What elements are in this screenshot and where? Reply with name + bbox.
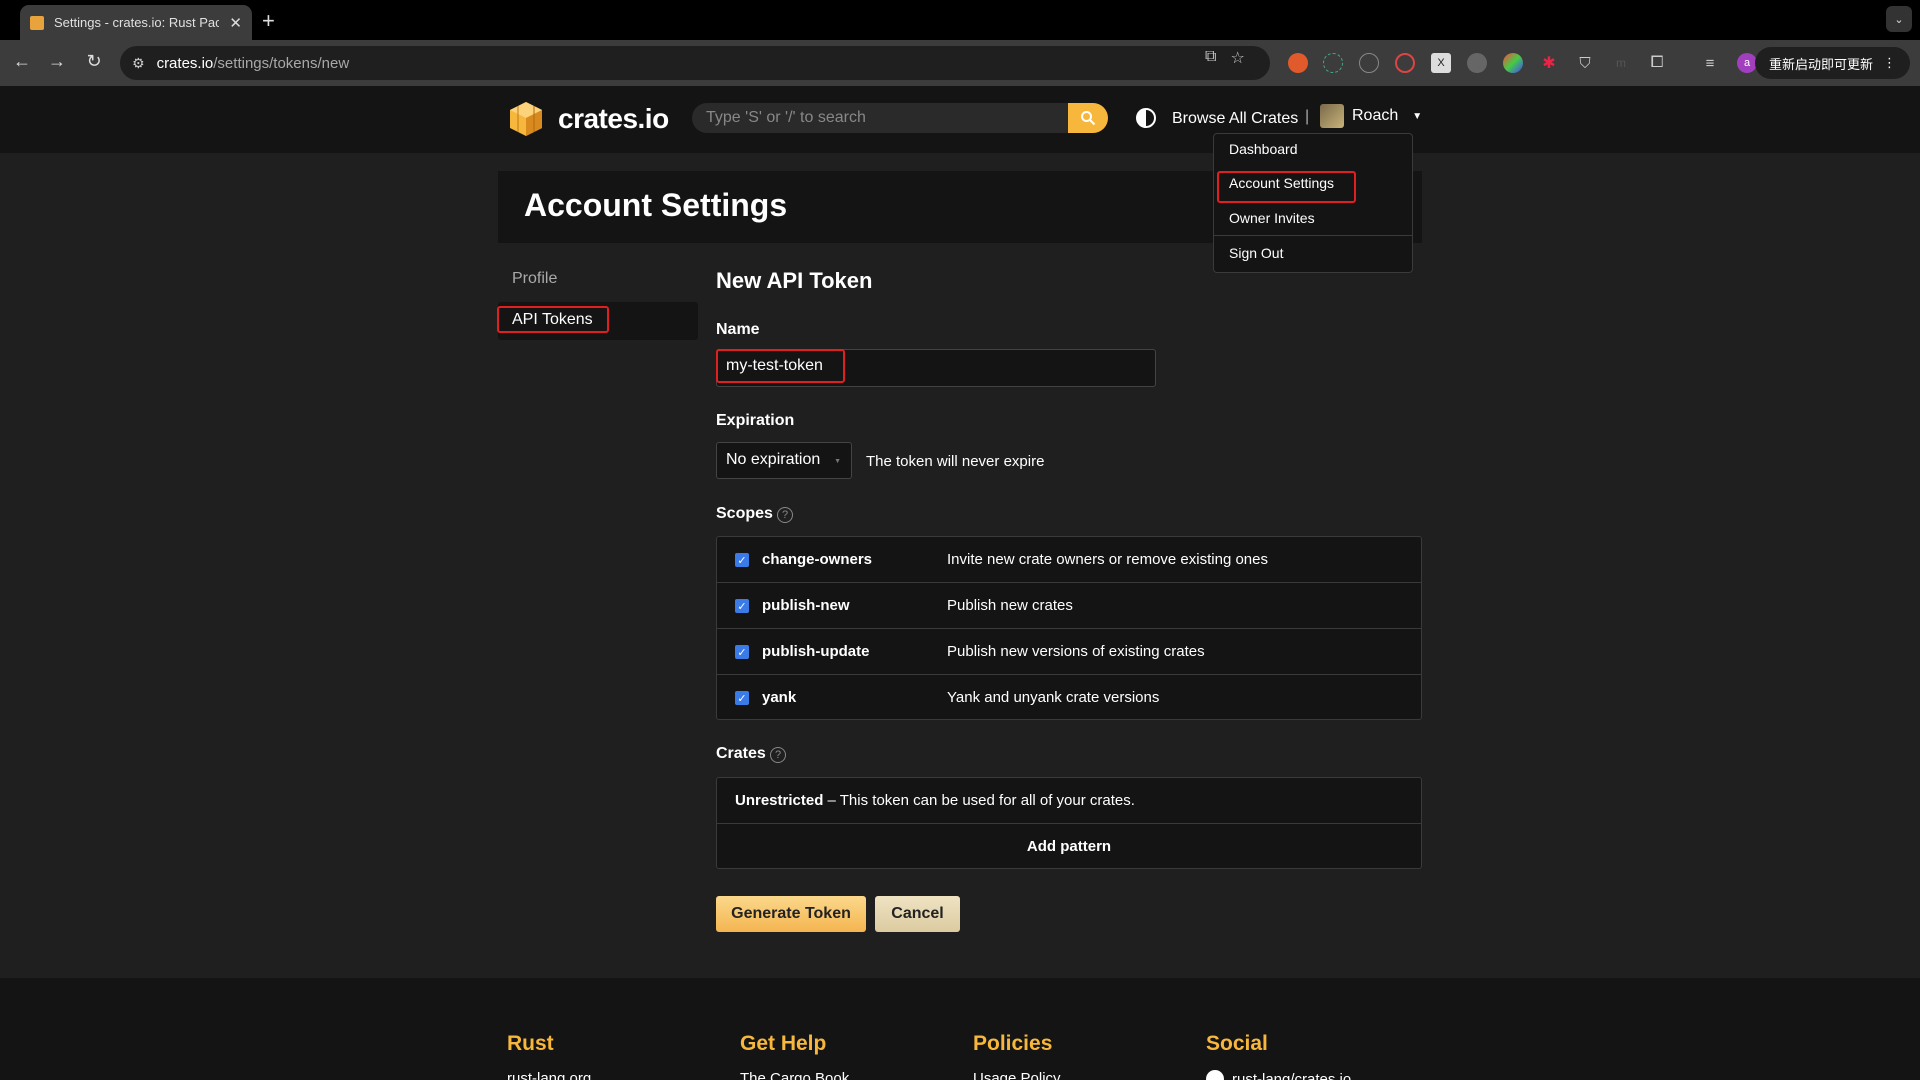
footer-heading-policies: Policies (973, 1032, 1053, 1055)
footer-heading-get-help: Get Help (740, 1032, 827, 1055)
scope-row: ✓ publish-new Publish new crates (717, 583, 1421, 629)
footer-link[interactable]: The Cargo Book (740, 1070, 849, 1080)
crates-label: Crates (716, 745, 766, 762)
footer-link-github[interactable]: rust-lang/crates.io (1206, 1070, 1351, 1080)
search-button[interactable] (1068, 103, 1108, 133)
expiration-note: The token will never expire (866, 453, 1045, 470)
crates-logo-icon (510, 102, 542, 136)
token-name-input[interactable]: my-test-token (716, 349, 1156, 387)
shield-icon[interactable]: ⛉ (1575, 53, 1595, 73)
update-button[interactable]: 重新启动即可更新 ⋮ (1754, 47, 1910, 79)
extension-icon[interactable]: m (1611, 53, 1631, 73)
menu-item-dashboard[interactable]: Dashboard (1229, 141, 1298, 157)
browse-all-crates-link[interactable]: Browse All Crates (1172, 110, 1298, 128)
caret-down-icon: ▼ (1412, 110, 1423, 122)
site-header: crates.io Type 'S' or '/' to search Brow… (0, 86, 1920, 153)
logo-text: crates.io (558, 103, 669, 134)
site-info-icon[interactable]: ⚙ (132, 55, 145, 72)
back-icon[interactable]: ← (10, 51, 34, 72)
scope-checkbox[interactable]: ✓ (735, 645, 749, 659)
more-menu-icon: ⋮ (1883, 55, 1896, 71)
add-pattern-button[interactable]: Add pattern (717, 838, 1421, 855)
header-separator: | (1305, 108, 1310, 125)
crates-scope-box: Unrestricted – This token can be used fo… (716, 777, 1422, 869)
user-dropdown-menu: Dashboard Account Settings Owner Invites… (1213, 133, 1413, 273)
site-footer: Rust Get Help Policies Social rust-lang.… (0, 978, 1920, 1080)
sidebar-item-profile[interactable]: Profile (512, 270, 557, 288)
scope-row: ✓ yank Yank and unyank crate versions (717, 675, 1421, 721)
select-arrow-icon: ▼ (834, 458, 841, 465)
bookmark-star-icon[interactable]: ☆ (1230, 48, 1244, 68)
scope-checkbox[interactable]: ✓ (735, 691, 749, 705)
menu-item-sign-out[interactable]: Sign Out (1229, 245, 1283, 261)
extension-icon[interactable] (1395, 53, 1415, 73)
username: Roach (1352, 107, 1399, 124)
scope-name: publish-new (762, 597, 850, 614)
extension-icon[interactable] (1288, 53, 1308, 73)
reload-icon[interactable]: ↻ (82, 51, 106, 72)
cancel-button[interactable]: Cancel (875, 896, 960, 932)
extension-icon[interactable] (1323, 53, 1343, 73)
form-title: New API Token (716, 268, 873, 293)
new-tab-icon[interactable]: + (262, 8, 275, 34)
browser-tab-bar: Settings - crates.io: Rust Package Regis… (0, 0, 1920, 40)
install-app-icon[interactable]: ⧉ (1205, 48, 1216, 68)
search-icon (1081, 111, 1096, 126)
scope-description: Publish new crates (947, 597, 1073, 614)
name-label: Name (716, 321, 760, 338)
menu-item-account-settings[interactable]: Account Settings (1229, 175, 1334, 191)
footer-link[interactable]: Usage Policy (973, 1070, 1061, 1080)
scope-checkbox[interactable]: ✓ (735, 553, 749, 567)
page-title: Account Settings (524, 187, 788, 223)
address-bar[interactable]: ⚙ crates.io/settings/tokens/new (120, 46, 1270, 80)
scopes-list: ✓ change-owners Invite new crate owners … (716, 536, 1422, 720)
scopes-help-icon[interactable]: ? (777, 507, 793, 523)
footer-heading-social: Social (1206, 1032, 1268, 1055)
site-logo[interactable]: crates.io (508, 100, 669, 138)
tab-search-icon[interactable]: ⌄ (1886, 6, 1912, 32)
expiration-label: Expiration (716, 412, 795, 429)
scope-row: ✓ change-owners Invite new crate owners … (717, 537, 1421, 583)
search-input[interactable]: Type 'S' or '/' to search (692, 103, 1068, 133)
extension-icon[interactable]: ✱ (1539, 53, 1559, 73)
user-avatar (1320, 104, 1344, 128)
extensions-puzzle-icon[interactable]: ⧠ (1647, 53, 1667, 73)
expiration-select[interactable]: No expiration ▼ (716, 442, 852, 479)
scope-name: yank (762, 689, 797, 706)
browser-toolbar: ← → ↻ ⚙ crates.io/settings/tokens/new ⧉ … (0, 40, 1920, 86)
scopes-label: Scopes (716, 505, 773, 522)
menu-item-owner-invites[interactable]: Owner Invites (1229, 210, 1315, 226)
sidebar-item-api-tokens[interactable]: API Tokens (512, 311, 593, 329)
menu-divider (1214, 235, 1412, 236)
crates-divider (717, 823, 1421, 824)
scope-description: Yank and unyank crate versions (947, 689, 1160, 706)
color-scheme-icon[interactable] (1136, 108, 1156, 128)
crates-favicon-icon (30, 15, 44, 30)
browser-tab[interactable]: Settings - crates.io: Rust Package Regis… (20, 5, 252, 40)
crates-restriction-text: Unrestricted – This token can be used fo… (735, 792, 1135, 809)
generate-token-button[interactable]: Generate Token (716, 896, 866, 932)
footer-heading-rust: Rust (507, 1032, 554, 1055)
media-control-icon[interactable]: ≡ (1700, 53, 1720, 73)
extension-icon[interactable] (1359, 53, 1379, 73)
scope-description: Invite new crate owners or remove existi… (947, 551, 1268, 568)
scope-checkbox[interactable]: ✓ (735, 599, 749, 613)
url-text: crates.io/settings/tokens/new (156, 54, 350, 72)
extension-icon[interactable] (1503, 53, 1523, 73)
forward-icon[interactable]: → (45, 51, 69, 72)
github-icon (1206, 1070, 1224, 1080)
extension-icon[interactable] (1467, 53, 1487, 73)
tab-title: Settings - crates.io: Rust Package Regis… (54, 15, 220, 30)
footer-link[interactable]: rust-lang.org (507, 1070, 591, 1080)
user-menu-toggle[interactable]: Roach ▼ (1320, 104, 1422, 128)
crates-help-icon[interactable]: ? (770, 747, 786, 763)
scope-name: change-owners (762, 551, 873, 568)
extension-icon[interactable]: X (1431, 53, 1451, 73)
scope-row: ✓ publish-update Publish new versions of… (717, 629, 1421, 675)
close-tab-icon[interactable]: ✕ (229, 14, 242, 32)
scope-description: Publish new versions of existing crates (947, 643, 1205, 660)
scope-name: publish-update (762, 643, 870, 660)
